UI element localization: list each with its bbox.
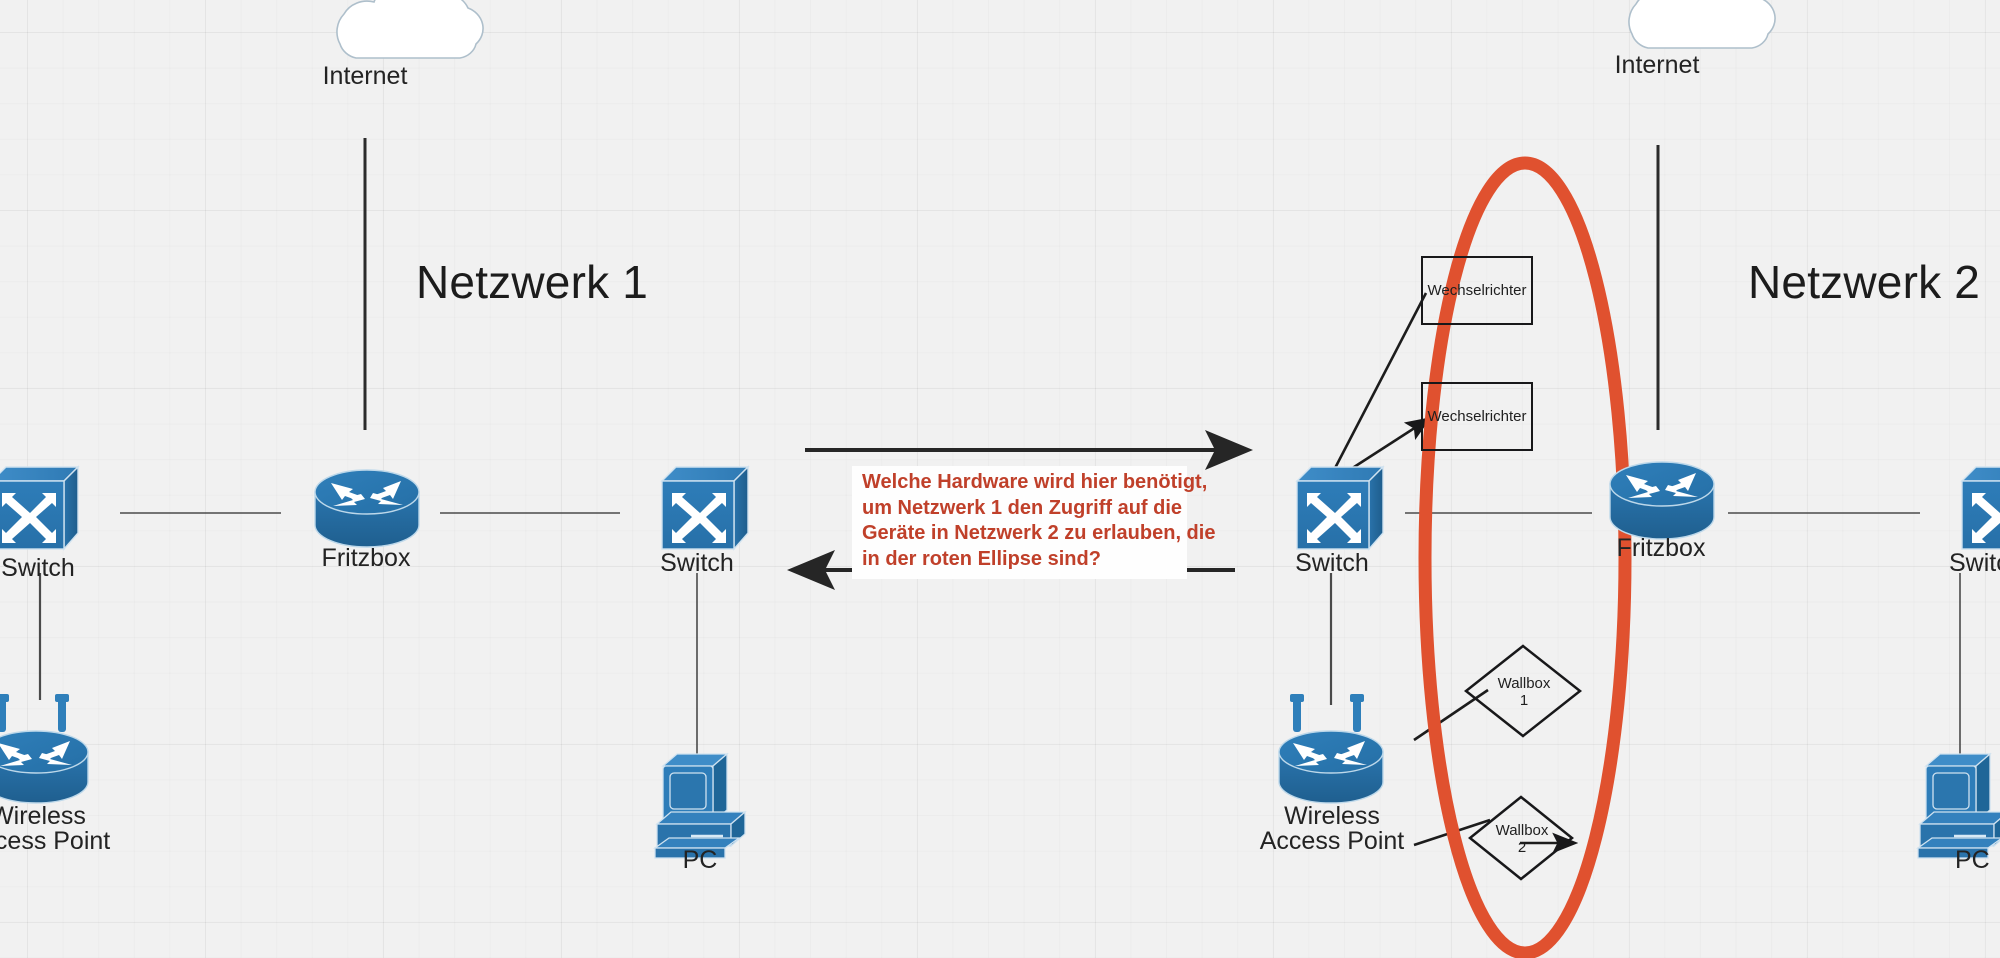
node-switch-right-edge[interactable]: Switch bbox=[1937, 545, 2000, 578]
cloud-icon-left bbox=[336, 0, 484, 59]
node-switch-net2[interactable]: Switch bbox=[1272, 545, 1392, 578]
node-switch-left-edge-label: Switch bbox=[1, 554, 75, 582]
node-wireless-access-point-left[interactable]: Wireless Access Point bbox=[0, 798, 138, 856]
cloud-icon-right bbox=[1628, 0, 1776, 49]
node-wallbox-2-label-line2: 2 bbox=[1517, 839, 1527, 856]
page-title-netzwerk-2: Netzwerk 2 bbox=[1748, 256, 1981, 308]
annotation-note: Welche Hardware wird hier benötigt, um N… bbox=[852, 466, 1216, 579]
node-fritzbox-right-label: Fritzbox bbox=[1616, 534, 1706, 562]
node-pc-net1-label: PC bbox=[682, 846, 718, 874]
node-internet-left[interactable]: Internet bbox=[300, 58, 430, 91]
node-wap-left-label-line2: Access Point bbox=[0, 827, 111, 855]
switch-icon-net2 bbox=[1295, 465, 1385, 551]
node-wallbox-1[interactable]: Wallbox 1 bbox=[1478, 672, 1570, 712]
connector-lines-net1 bbox=[38, 138, 698, 760]
node-switch-net2-label: Switch bbox=[1295, 549, 1369, 577]
switch-icon-right-edge bbox=[1960, 466, 2000, 550]
node-switch-left-edge[interactable]: Switch bbox=[0, 550, 98, 583]
node-internet-left-label: Internet bbox=[322, 62, 408, 90]
node-pc-right-edge-label: PC bbox=[1955, 846, 1990, 874]
node-wechselrichter-2[interactable]: Wechselrichter bbox=[1421, 382, 1533, 451]
node-wap-right-label-line2: Access Point bbox=[1259, 827, 1405, 855]
node-wallbox-2-label-line1: Wallbox bbox=[1495, 822, 1549, 839]
annotation-line-1: Welche Hardware wird hier benötigt, bbox=[862, 471, 1208, 493]
node-fritzbox-right[interactable]: Fritzbox bbox=[1601, 530, 1721, 563]
node-switch-right-edge-label: Switch bbox=[1949, 549, 2000, 577]
annotation-line-4: in der roten Ellipse sind? bbox=[862, 547, 1101, 570]
node-internet-right-label: Internet bbox=[1614, 51, 1700, 79]
node-wireless-access-point-right[interactable]: Wireless Access Point bbox=[1232, 798, 1432, 856]
connector-lines-net2 bbox=[1329, 145, 1961, 854]
switch-icon-left-edge bbox=[0, 465, 80, 551]
page-title-netzwerk-1: Netzwerk 1 bbox=[416, 256, 649, 308]
annotation-line-3: Geräte in Netzwerk 2 zu erlauben, die bbox=[862, 522, 1216, 544]
node-switch-net1[interactable]: Switch bbox=[637, 545, 757, 578]
node-wechselrichter-2-label: Wechselrichter bbox=[1427, 407, 1527, 425]
router-icon-fritzbox-left bbox=[314, 469, 420, 548]
wireless-access-point-icon-right bbox=[1278, 694, 1384, 804]
network-diagram-canvas: Netzwerk 1 Netzwerk 2 Internet Internet … bbox=[0, 0, 2000, 958]
node-wallbox-1-label-line2: 1 bbox=[1519, 692, 1529, 709]
router-icon-fritzbox-right bbox=[1609, 461, 1715, 540]
wallbox-1-diamond bbox=[1463, 644, 1583, 738]
node-wechselrichter-1-label: Wechselrichter bbox=[1427, 281, 1527, 299]
node-switch-net1-label: Switch bbox=[660, 549, 734, 577]
wireless-access-point-icon-left bbox=[0, 694, 89, 804]
switch-icon-net1 bbox=[660, 465, 750, 551]
node-wechselrichter-1[interactable]: Wechselrichter bbox=[1421, 256, 1533, 325]
node-pc-right-edge[interactable]: PC bbox=[1903, 842, 2000, 875]
annotation-line-2: um Netzwerk 1 den Zugriff auf die bbox=[862, 496, 1183, 519]
wallbox-2-diamond bbox=[1468, 795, 1574, 881]
node-pc-net1[interactable]: PC bbox=[640, 842, 760, 875]
node-wallbox-2[interactable]: Wallbox 2 bbox=[1476, 819, 1568, 859]
node-fritzbox-left-label: Fritzbox bbox=[321, 544, 411, 572]
node-internet-right[interactable]: Internet bbox=[1592, 47, 1722, 80]
node-fritzbox-left[interactable]: Fritzbox bbox=[306, 540, 426, 573]
node-wallbox-1-label-line1: Wallbox bbox=[1497, 675, 1551, 692]
